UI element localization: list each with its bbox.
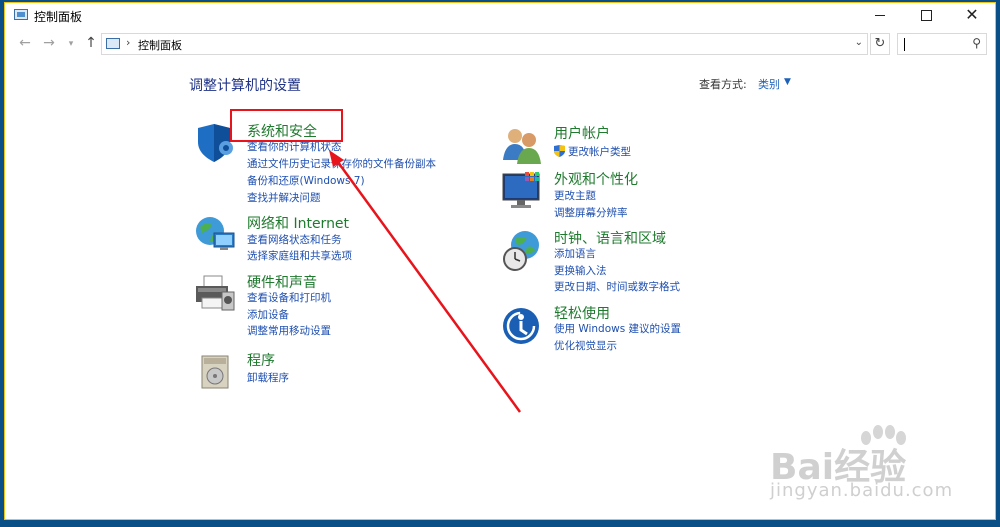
watermark-url: jingyan.baidu.com	[770, 480, 954, 501]
